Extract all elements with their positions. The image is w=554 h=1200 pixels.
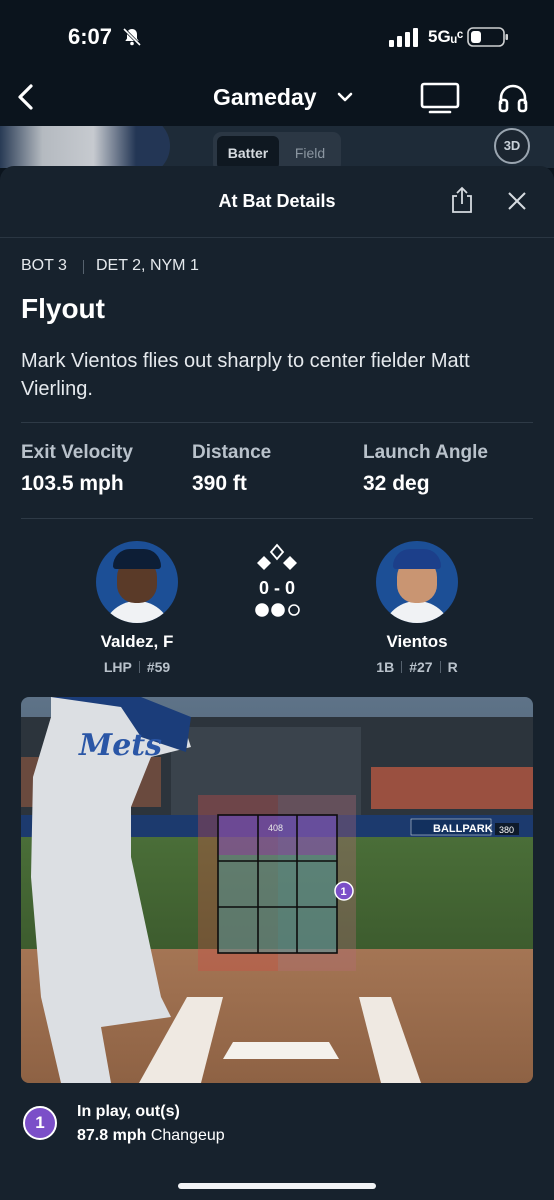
- wall-number: 408: [268, 823, 283, 833]
- outs-indicator: [255, 603, 300, 617]
- ball-strike-count: 0 - 0: [258, 578, 296, 598]
- stat-label: Exit Velocity: [21, 442, 133, 463]
- signal-icon: [389, 28, 418, 47]
- inning-label: BOT 3: [21, 257, 67, 274]
- batter-figure: [0, 126, 170, 168]
- divider: [21, 422, 533, 423]
- back-button[interactable]: [14, 82, 38, 112]
- divider: [83, 260, 84, 274]
- nav-title[interactable]: Gameday: [213, 84, 317, 111]
- pitcher-meta: LHP #59: [57, 659, 217, 675]
- pitch-detail: 87.8 mph Changeup: [77, 1127, 225, 1145]
- distance-sign-text: 380: [499, 825, 514, 835]
- 3d-toggle-button[interactable]: 3D: [494, 128, 530, 164]
- divider: [439, 661, 441, 673]
- tab-batter[interactable]: Batter: [217, 136, 279, 168]
- out-dot-filled: [255, 603, 269, 617]
- zone-shade-bottom: [218, 855, 337, 953]
- chevron-down-icon[interactable]: [336, 90, 354, 104]
- team-script: Mets: [78, 728, 162, 763]
- divider: [21, 518, 533, 519]
- view-toggle: Batter Field: [213, 132, 341, 168]
- pitcher-name: Valdez, F: [100, 632, 174, 651]
- stat-value: 390 ft: [192, 472, 247, 495]
- strike-zone-view: BALLPARK 380 Mets 408 1: [21, 697, 533, 1083]
- cap: [393, 549, 441, 569]
- play-description: Mark Vientos flies out sharply to center…: [21, 350, 470, 400]
- jersey: [102, 601, 172, 623]
- stat-launch-angle: Launch Angle 32 deg: [363, 442, 488, 496]
- divider: [138, 661, 140, 673]
- batter-bats: R: [447, 659, 458, 675]
- pitcher-hand: LHP: [103, 659, 132, 675]
- batter-name: Vientos: [386, 632, 448, 651]
- tv-icon[interactable]: [420, 82, 460, 114]
- bell-off-icon: [122, 27, 142, 47]
- ad-text: BALLPARK: [433, 823, 493, 835]
- at-bat-details-sheet: At Bat Details BOT 3 DET 2, NYM 1 Flyout…: [0, 166, 554, 1200]
- out-dot-empty: [288, 604, 300, 616]
- headphones-icon[interactable]: [497, 82, 529, 114]
- stat-distance: Distance 390 ft: [192, 442, 271, 496]
- stat-value: 103.5 mph: [21, 472, 124, 495]
- game-view-peek: Batter Field 3D: [0, 126, 554, 168]
- close-icon[interactable]: [506, 190, 528, 212]
- stat-label: Distance: [192, 442, 272, 463]
- pitch-speed: 87.8 mph: [77, 1127, 147, 1144]
- divider: [401, 661, 403, 673]
- play-result: Flyout: [21, 293, 105, 324]
- batter-meta: 1B #27 R: [337, 659, 497, 675]
- home-indicator: [178, 1183, 376, 1189]
- share-icon[interactable]: [450, 186, 474, 214]
- stat-value: 32 deg: [363, 472, 430, 495]
- pitch-marker-number: 1: [341, 886, 347, 898]
- crowd-right: [371, 767, 533, 809]
- batter-avatar[interactable]: [376, 541, 458, 623]
- out-dot-filled: [271, 603, 285, 617]
- pitch-type: Changeup: [150, 1127, 225, 1144]
- zone-shade-top: [218, 815, 337, 855]
- jersey: [382, 601, 452, 623]
- batter-position: 1B: [376, 659, 395, 675]
- home-plate: [223, 1042, 339, 1059]
- score-label: DET 2, NYM 1: [96, 257, 199, 274]
- tab-field[interactable]: Field: [283, 136, 337, 168]
- nav-bar: Gameday: [0, 70, 554, 126]
- pitcher-avatar[interactable]: [96, 541, 178, 623]
- status-time: 6:07: [68, 24, 113, 49]
- cap: [113, 549, 161, 569]
- stat-exit-velocity: Exit Velocity 103.5 mph: [21, 442, 133, 496]
- pitch-result: In play, out(s): [77, 1103, 180, 1120]
- status-bar: 6:07 5Gᵤᶜ: [0, 0, 554, 70]
- batter-number: #27: [409, 659, 433, 675]
- pitcher-number: #59: [146, 659, 171, 675]
- battery-icon: [467, 27, 508, 47]
- sheet-header: At Bat Details: [0, 166, 554, 238]
- network-label: 5Gᵤᶜ: [428, 27, 464, 46]
- stat-label: Launch Angle: [363, 442, 488, 463]
- pitch-number-badge[interactable]: 1: [23, 1106, 57, 1140]
- bases-diamond-icon: [257, 543, 297, 570]
